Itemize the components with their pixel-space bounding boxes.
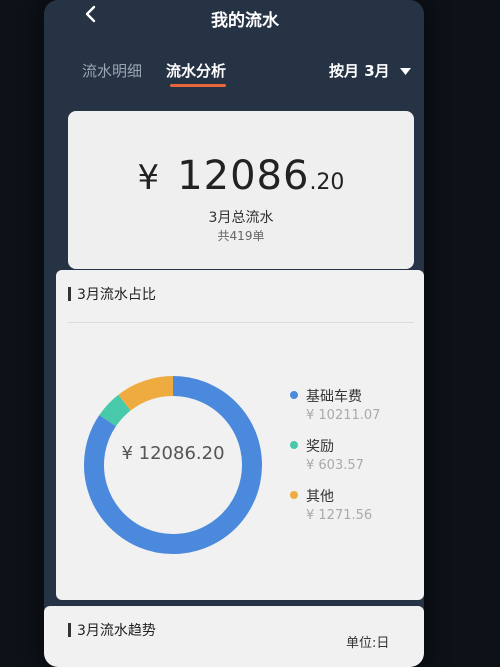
top-bar: 我的流水 xyxy=(44,0,424,40)
legend-item-base-fare: 基础车费 ¥ 10211.07 xyxy=(288,386,418,436)
trend-card: 3月流水趋势 单位:日 xyxy=(44,606,424,667)
legend-value: ¥ 603.57 xyxy=(306,458,364,473)
tab-flow-analysis[interactable]: 流水分析 xyxy=(166,60,226,81)
page-title: 我的流水 xyxy=(211,11,279,31)
amount-integer: 12086 xyxy=(177,153,310,199)
legend-label: 奖励 xyxy=(306,439,334,455)
legend: 基础车费 ¥ 10211.07 奖励 ¥ 603.57 其他 ¥ 1271.56 xyxy=(288,386,418,536)
summary-card: ¥12086.20 3月总流水 共419单 xyxy=(68,111,414,269)
legend-dot xyxy=(290,441,298,449)
amount-decimal: .20 xyxy=(309,170,345,195)
tab-bar: 流水明细 流水分析 按月 3月 xyxy=(44,56,424,96)
legend-label: 其他 xyxy=(306,489,334,505)
legend-dot xyxy=(290,491,298,499)
breakdown-card: 3月流水占比 ¥ 12086.20 基础车费 ¥ 10211.07 奖励 ¥ 6… xyxy=(56,270,424,600)
legend-value: ¥ 10211.07 xyxy=(306,408,381,423)
donut-slice-other[interactable] xyxy=(118,376,174,411)
month-filter-dropdown[interactable]: 按月 3月 xyxy=(329,60,411,81)
currency-symbol: ¥ xyxy=(137,158,160,198)
section-marker xyxy=(68,287,71,301)
legend-label: 基础车费 xyxy=(306,389,362,405)
order-count: 共419单 xyxy=(217,229,265,243)
donut-chart xyxy=(56,350,286,580)
caret-down-icon xyxy=(399,68,411,75)
legend-value: ¥ 1271.56 xyxy=(306,508,373,523)
breakdown-header: 3月流水占比 xyxy=(68,284,156,304)
divider xyxy=(68,322,414,323)
active-tab-indicator xyxy=(170,84,226,87)
phone-screen: 我的流水 流水明细 流水分析 按月 3月 ¥12086.20 3月总流水 共41… xyxy=(44,0,424,667)
donut-slice-reward[interactable] xyxy=(99,394,131,427)
legend-dot xyxy=(290,391,298,399)
donut-svg xyxy=(84,376,262,554)
month-filter-label: 按月 3月 xyxy=(329,62,390,80)
legend-item-reward: 奖励 ¥ 603.57 xyxy=(288,436,418,486)
total-amount: ¥12086.20 xyxy=(68,153,414,199)
section-marker xyxy=(68,623,71,637)
trend-title: 3月流水趋势 xyxy=(77,623,156,639)
trend-unit-label: 单位:日 xyxy=(346,636,390,651)
legend-item-other: 其他 ¥ 1271.56 xyxy=(288,486,418,536)
donut-center-total: ¥ 12086.20 xyxy=(121,443,225,464)
trend-header: 3月流水趋势 xyxy=(68,620,156,640)
total-label: 3月总流水 xyxy=(208,210,274,226)
tab-flow-detail[interactable]: 流水明细 xyxy=(82,60,142,81)
breakdown-title: 3月流水占比 xyxy=(77,287,156,303)
